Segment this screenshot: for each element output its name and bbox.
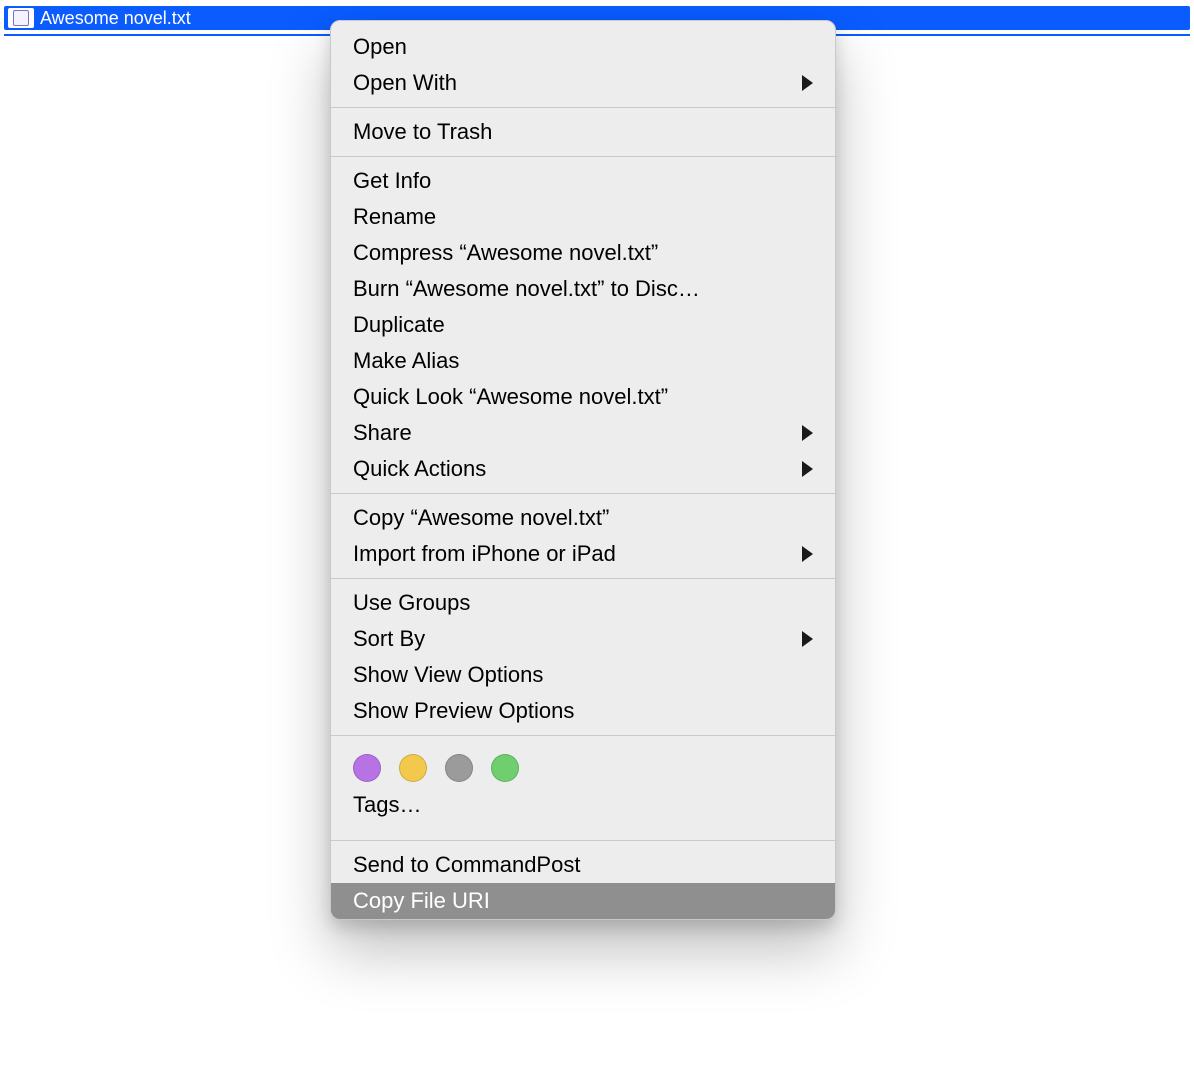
file-name-label: Awesome novel.txt — [40, 8, 191, 29]
menu-item-label: Show Preview Options — [353, 698, 574, 723]
menu-item-label: Sort By — [353, 626, 425, 651]
menu-item-label: Quick Look “Awesome novel.txt” — [353, 384, 668, 409]
menu-item-sort-by[interactable]: Sort By — [331, 621, 835, 657]
tag-dot-gray[interactable] — [445, 754, 473, 782]
menu-item-compress[interactable]: Compress “Awesome novel.txt” — [331, 235, 835, 271]
menu-item-label: Import from iPhone or iPad — [353, 541, 616, 566]
menu-item-import-from-iphone[interactable]: Import from iPhone or iPad — [331, 536, 835, 572]
menu-item-copy-file-uri[interactable]: Copy File URI — [331, 883, 835, 919]
menu-item-get-info[interactable]: Get Info — [331, 163, 835, 199]
menu-item-label: Rename — [353, 204, 436, 229]
menu-separator — [331, 107, 835, 108]
menu-item-use-groups[interactable]: Use Groups — [331, 585, 835, 621]
menu-item-label: Quick Actions — [353, 456, 486, 481]
menu-separator — [331, 493, 835, 494]
menu-separator — [331, 735, 835, 736]
menu-item-label: Open With — [353, 70, 457, 95]
menu-item-move-to-trash[interactable]: Move to Trash — [331, 114, 835, 150]
menu-item-label: Tags… — [353, 792, 421, 817]
menu-item-label: Duplicate — [353, 312, 445, 337]
menu-item-label: Show View Options — [353, 662, 543, 687]
menu-item-rename[interactable]: Rename — [331, 199, 835, 235]
menu-item-label: Get Info — [353, 168, 431, 193]
menu-item-label: Make Alias — [353, 348, 459, 373]
menu-item-burn-to-disc[interactable]: Burn “Awesome novel.txt” to Disc… — [331, 271, 835, 307]
menu-item-open[interactable]: Open — [331, 29, 835, 65]
menu-item-share[interactable]: Share — [331, 415, 835, 451]
tags-row — [331, 742, 835, 790]
tag-dot-yellow[interactable] — [399, 754, 427, 782]
menu-item-label: Copy File URI — [353, 888, 490, 913]
menu-item-label: Compress “Awesome novel.txt” — [353, 240, 658, 265]
menu-item-open-with[interactable]: Open With — [331, 65, 835, 101]
menu-item-show-preview-options[interactable]: Show Preview Options — [331, 693, 835, 729]
menu-separator — [331, 578, 835, 579]
menu-item-label: Open — [353, 34, 407, 59]
menu-item-label: Copy “Awesome novel.txt” — [353, 505, 609, 530]
menu-item-label: Use Groups — [353, 590, 470, 615]
menu-item-copy[interactable]: Copy “Awesome novel.txt” — [331, 500, 835, 536]
menu-separator — [331, 840, 835, 841]
menu-item-label: Share — [353, 420, 412, 445]
menu-item-show-view-options[interactable]: Show View Options — [331, 657, 835, 693]
menu-item-label: Burn “Awesome novel.txt” to Disc… — [353, 276, 700, 301]
menu-item-make-alias[interactable]: Make Alias — [331, 343, 835, 379]
menu-item-quick-look[interactable]: Quick Look “Awesome novel.txt” — [331, 379, 835, 415]
file-icon — [8, 8, 34, 28]
menu-item-label: Move to Trash — [353, 119, 492, 144]
menu-item-quick-actions[interactable]: Quick Actions — [331, 451, 835, 487]
menu-item-send-to-commandpost[interactable]: Send to CommandPost — [331, 847, 835, 883]
tag-dot-green[interactable] — [491, 754, 519, 782]
menu-separator — [331, 156, 835, 157]
menu-item-duplicate[interactable]: Duplicate — [331, 307, 835, 343]
menu-item-tags[interactable]: Tags… — [331, 790, 835, 834]
context-menu: Open Open With Move to Trash Get Info Re… — [330, 20, 836, 920]
menu-item-label: Send to CommandPost — [353, 852, 580, 877]
tag-dot-purple[interactable] — [353, 754, 381, 782]
